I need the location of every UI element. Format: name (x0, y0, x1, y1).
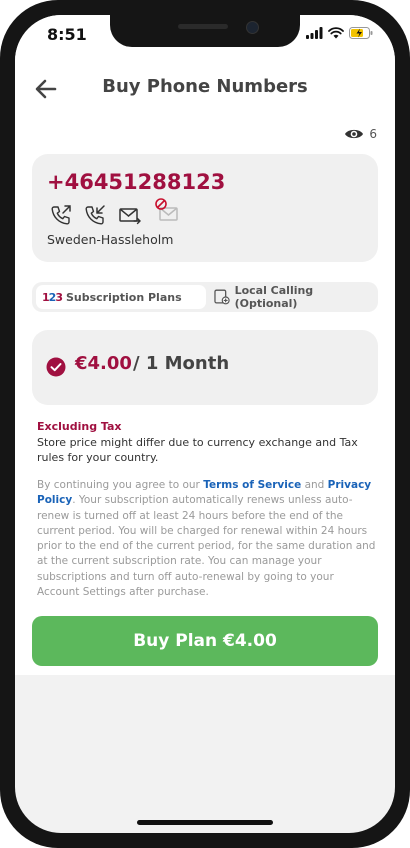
speaker (178, 24, 228, 29)
plan-tabs: 123 Subscription Plans Local Calling (Op… (32, 282, 378, 312)
notch (110, 15, 300, 47)
page-content: 8:51 Buy Phone Numbers 6 +46451288123 Sw… (15, 15, 395, 675)
tab-local-calling-label: Local Calling (Optional) (234, 284, 314, 310)
phone-number: +46451288123 (47, 170, 226, 194)
phone-frame: 8:51 Buy Phone Numbers 6 +46451288123 Sw… (0, 0, 410, 848)
legal-body: . Your subscription automatically renews… (37, 494, 376, 599)
numbers-icon: 123 (42, 290, 63, 304)
battery-icon (349, 27, 373, 39)
plan-option[interactable]: €4.00 / 1 Month (32, 330, 378, 405)
screen: 8:51 Buy Phone Numbers 6 +46451288123 Sw… (15, 15, 395, 833)
home-indicator[interactable] (137, 820, 273, 825)
page-title: Buy Phone Numbers (102, 76, 308, 97)
tax-heading: Excluding Tax (37, 420, 122, 433)
check-circle-icon (46, 357, 66, 377)
number-card[interactable]: +46451288123 Sweden-Hassleholm (32, 154, 378, 262)
mms-disabled-icon (155, 198, 178, 221)
add-local-call-icon (214, 289, 230, 305)
legal-and: and (301, 479, 328, 491)
wifi-icon (328, 27, 344, 39)
plan-period: / 1 Month (133, 353, 230, 374)
view-count-value: 6 (369, 127, 377, 141)
front-camera (246, 21, 259, 34)
legal-text: By continuing you agree to our Terms of … (37, 478, 377, 600)
legal-prefix: By continuing you agree to our (37, 479, 204, 491)
tab-subscription-plans[interactable]: 123 Subscription Plans (36, 285, 206, 309)
capability-icons (50, 198, 182, 226)
plan-price: €4.00 (75, 353, 132, 374)
number-region: Sweden-Hassleholm (47, 232, 174, 247)
outgoing-call-icon (51, 205, 71, 225)
tax-note: Store price might differ due to currency… (37, 436, 358, 464)
status-time: 8:51 (47, 25, 87, 44)
tab-local-calling[interactable]: Local Calling (Optional) (212, 284, 376, 310)
status-icons (306, 27, 373, 39)
view-count: 6 (344, 127, 377, 141)
incoming-call-icon (85, 205, 105, 225)
eye-icon (345, 129, 364, 139)
buy-plan-button[interactable]: Buy Plan €4.00 (32, 616, 378, 666)
header: Buy Phone Numbers (15, 70, 395, 110)
tab-subscription-label: Subscription Plans (65, 290, 182, 304)
sms-icon (119, 208, 141, 225)
signal-icon (306, 27, 323, 39)
terms-of-service-link[interactable]: Terms of Service (203, 479, 301, 491)
